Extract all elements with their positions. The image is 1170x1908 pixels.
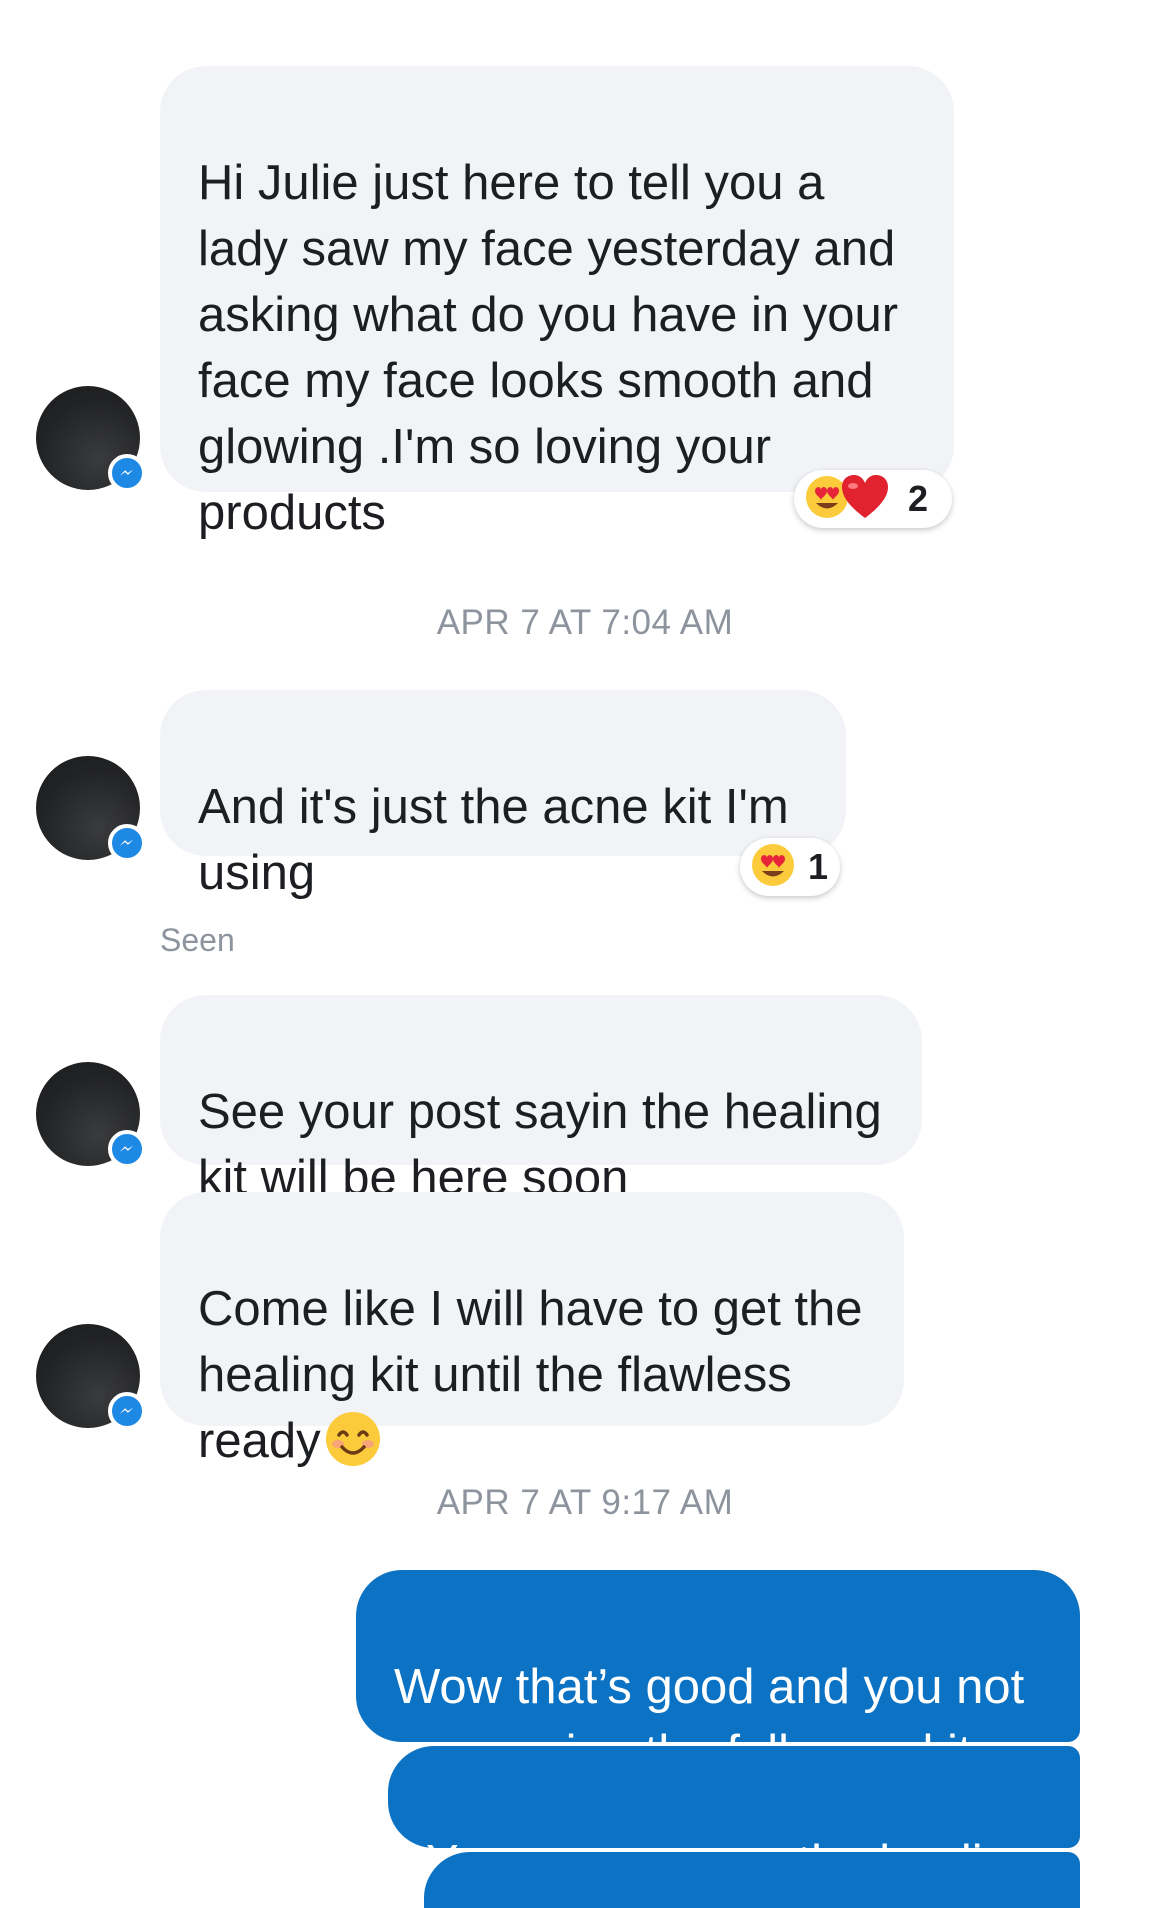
reaction-count: 1 [808, 846, 829, 887]
messenger-icon [108, 454, 146, 492]
messenger-icon [108, 1392, 146, 1430]
seen-indicator: Seen [160, 922, 235, 958]
avatar[interactable] [36, 1324, 146, 1430]
red-heart-emoji-icon [840, 474, 890, 525]
heart-eyes-emoji-icon [750, 842, 796, 893]
message-text: And it's just the acne kit I'm using [198, 780, 789, 900]
outgoing-message[interactable]: Yes you can use the healing [388, 1746, 1080, 1890]
avatar[interactable] [36, 756, 146, 862]
messenger-icon [108, 1130, 146, 1168]
incoming-message[interactable]: Come like I will have to get the healing… [160, 1192, 904, 1468]
avatar[interactable] [36, 1062, 146, 1168]
timestamp: APR 7 AT 7:04 AM [436, 603, 734, 642]
message-thread[interactable]: Hi Julie just here to tell you a lady sa… [0, 0, 1170, 1908]
messenger-icon [108, 824, 146, 862]
smiling-face-emoji-icon [323, 1409, 383, 1469]
outgoing-message[interactable] [424, 1852, 1080, 1908]
avatar[interactable] [36, 386, 146, 492]
incoming-message[interactable]: See your post sayin the healing kit will… [160, 995, 922, 1205]
incoming-message[interactable]: Hi Julie just here to tell you a lady sa… [160, 66, 954, 540]
reaction-badge[interactable]: 1 [740, 838, 840, 896]
message-text: See your post sayin the healing kit will… [198, 1085, 882, 1205]
message-text: Hi Julie just here to tell you a lady sa… [198, 156, 899, 540]
reaction-badge[interactable]: 2 [794, 470, 952, 528]
message-text: Come like I will have to get the healing… [198, 1282, 863, 1468]
reaction-count: 2 [908, 478, 929, 519]
incoming-message[interactable]: And it's just the acne kit I'm using [160, 690, 846, 900]
timestamp: APR 7 AT 9:17 AM [436, 1483, 734, 1522]
outgoing-message[interactable]: Wow that’s good and you not even using t… [356, 1570, 1080, 1780]
